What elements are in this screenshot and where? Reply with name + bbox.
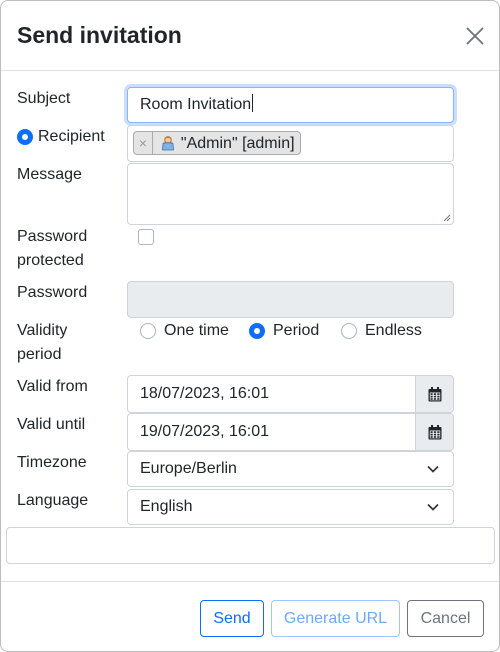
dialog-title: Send invitation <box>17 22 182 48</box>
calendar-icon <box>428 425 442 440</box>
validity-endless-radio[interactable] <box>341 323 357 339</box>
url-output-field[interactable] <box>6 527 495 564</box>
password-protected-label-line2: protected <box>17 252 84 269</box>
user-avatar-icon <box>160 135 176 151</box>
valid-until-input[interactable]: 19/07/2023, 16:01 <box>127 413 416 451</box>
password-label: Password <box>17 284 88 301</box>
subject-label: Subject <box>17 90 71 107</box>
dialog-footer: Send Generate URL Cancel <box>1 581 499 651</box>
valid-from-label: Valid from <box>17 378 88 395</box>
tag-remove-icon[interactable]: × <box>134 132 153 154</box>
subject-input[interactable]: Room Invitation <box>127 87 454 123</box>
send-button[interactable]: Send <box>200 600 264 637</box>
valid-from-input[interactable]: 18/07/2023, 16:01 <box>127 375 416 413</box>
valid-from-calendar-button[interactable] <box>415 375 454 413</box>
valid-until-label: Valid until <box>17 416 86 433</box>
validity-label-line2: period <box>17 346 62 363</box>
validity-one-time-label: One time <box>164 322 229 339</box>
resize-handle-icon[interactable] <box>443 214 451 222</box>
recipient-tag: × "Admin" [admin] <box>133 131 301 155</box>
generate-url-button[interactable]: Generate URL <box>271 600 400 637</box>
validity-endless-label: Endless <box>365 322 422 339</box>
subject-value: Room Invitation <box>140 96 252 113</box>
validity-one-time-radio[interactable] <box>140 323 156 339</box>
language-label: Language <box>17 492 89 509</box>
password-input[interactable] <box>127 281 454 318</box>
cancel-button[interactable]: Cancel <box>407 600 484 637</box>
password-protected-label: Password protected <box>17 225 87 273</box>
recipient-input[interactable]: × "Admin" [admin] <box>127 125 454 162</box>
message-textarea[interactable] <box>127 163 454 225</box>
recipient-tag-text: "Admin" [admin] <box>180 135 295 152</box>
valid-until-calendar-button[interactable] <box>415 413 454 451</box>
message-label: Message <box>17 166 82 183</box>
timezone-value: Europe/Berlin <box>140 460 237 477</box>
language-value: English <box>140 498 193 515</box>
timezone-label: Timezone <box>17 454 87 471</box>
recipient-label: Recipient <box>38 128 105 145</box>
calendar-icon <box>428 387 442 402</box>
password-protected-label-line1: Password <box>17 228 88 245</box>
send-invitation-dialog: Send invitation Subject Room Invitation … <box>0 0 500 652</box>
language-select[interactable]: English <box>127 489 454 525</box>
password-protected-checkbox[interactable] <box>138 229 154 245</box>
text-caret <box>252 94 254 112</box>
dialog-header: Send invitation <box>1 1 499 71</box>
validity-label-line1: Validity <box>17 322 68 339</box>
validity-period-radio[interactable] <box>249 323 265 339</box>
validity-period-option-label: Period <box>273 322 320 339</box>
close-icon[interactable] <box>465 26 485 46</box>
validity-period-label: Validity period <box>17 319 67 367</box>
timezone-select[interactable]: Europe/Berlin <box>127 451 454 487</box>
recipient-radio[interactable] <box>17 129 33 145</box>
chevron-down-icon <box>427 503 439 511</box>
chevron-down-icon <box>427 465 439 473</box>
